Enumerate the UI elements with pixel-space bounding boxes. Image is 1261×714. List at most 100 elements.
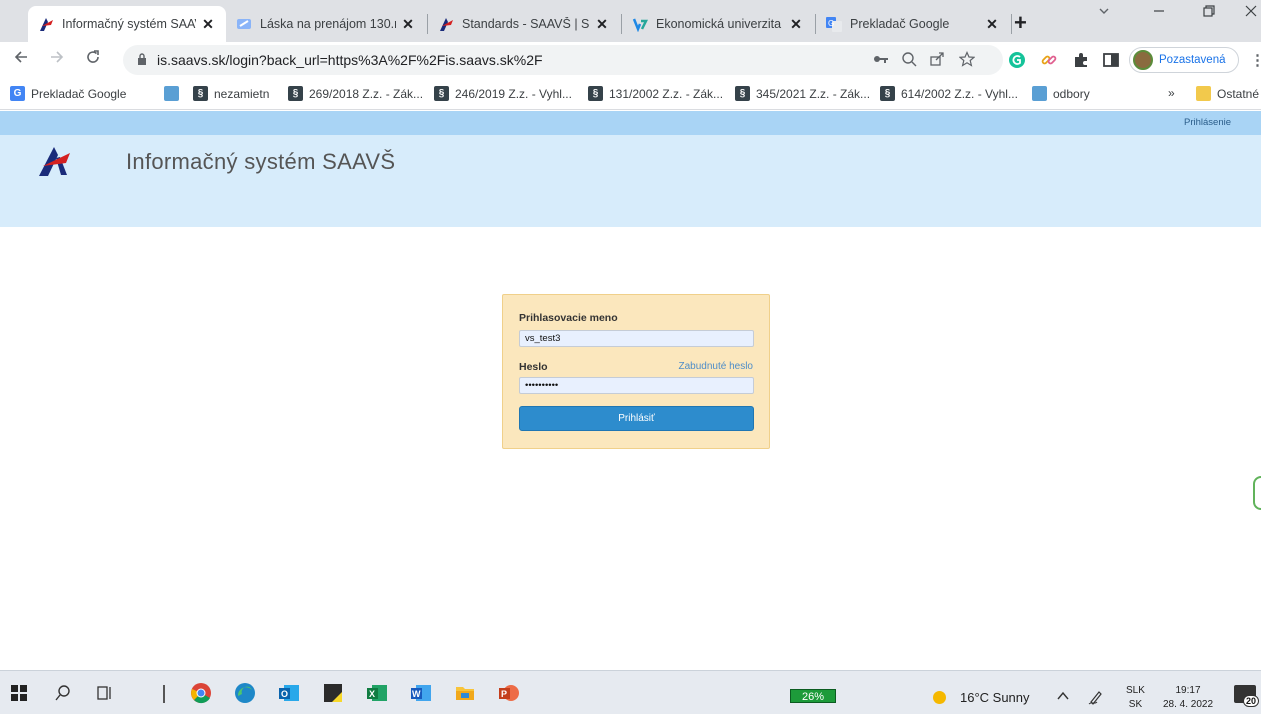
pen-icon[interactable] <box>1088 689 1104 708</box>
key-icon[interactable] <box>873 51 889 71</box>
sun-icon <box>933 691 946 704</box>
word-icon[interactable]: W <box>410 682 432 704</box>
forgot-password-link[interactable]: Zabudnuté heslo <box>678 361 753 372</box>
svg-text:P: P <box>501 689 507 699</box>
bookmarks-overflow-button[interactable]: » <box>1168 86 1175 100</box>
bookmark-345-2021[interactable]: § 345/2021 Z.z. - Zák... <box>735 86 870 101</box>
file-explorer-icon[interactable] <box>454 682 476 704</box>
page-header: Informačný systém SAAVŠ <box>0 135 1261 227</box>
close-icon[interactable]: ✕ <box>200 16 216 33</box>
tab-separator <box>1011 14 1012 34</box>
close-icon[interactable]: ✕ <box>984 16 1000 33</box>
paragraph-icon: § <box>288 86 303 101</box>
bookmark-label: 246/2019 Z.z. - Vyhl... <box>455 86 572 101</box>
svg-text:W: W <box>412 689 421 699</box>
bookmark-label: 614/2002 Z.z. - Vyhl... <box>901 86 1018 101</box>
other-bookmarks[interactable]: Ostatné <box>1196 86 1259 101</box>
powerpoint-icon[interactable]: P <box>498 682 520 704</box>
svg-text:G: G <box>828 19 834 28</box>
google-translate-icon: G <box>826 16 842 32</box>
bookmark-odbory[interactable]: odbory <box>1032 86 1090 101</box>
close-icon[interactable]: ✕ <box>594 16 610 33</box>
google-translate-icon: G <box>10 86 25 101</box>
clock-time: 19:17 <box>1175 685 1201 696</box>
close-icon[interactable]: ✕ <box>400 16 416 33</box>
other-bookmarks-label: Ostatné <box>1217 86 1260 101</box>
task-view-icon[interactable] <box>94 682 116 704</box>
tab-title: Informačný systém SAAVŠ <box>62 17 196 31</box>
saavs-logo-icon <box>438 16 454 32</box>
bookmark-prekladac-google[interactable]: G Prekladač Google <box>10 86 126 101</box>
address-bar[interactable]: is.saavs.sk/login?back_url=https%3A%2F%2… <box>123 45 1003 75</box>
profile-status: Pozastavená <box>1159 54 1226 66</box>
windows-start-icon[interactable] <box>8 682 30 704</box>
chrome-icon[interactable] <box>190 682 212 704</box>
bookmark-nezamietn[interactable]: § nezamietn <box>193 86 269 101</box>
paragraph-icon: § <box>193 86 208 101</box>
profile-button[interactable]: Pozastavená <box>1129 47 1239 73</box>
reload-icon[interactable] <box>85 49 101 70</box>
weather-widget[interactable]: 16°C Sunny <box>960 690 1030 705</box>
battery-indicator[interactable]: 26% <box>790 689 836 703</box>
search-icon[interactable] <box>52 682 74 704</box>
tab-search-icon[interactable] <box>1098 4 1110 22</box>
tray-chevron-icon[interactable] <box>1056 689 1070 706</box>
edge-icon[interactable] <box>234 682 256 704</box>
tab-laska[interactable]: Láska na prenájom 130.m ✕ <box>226 6 426 42</box>
back-icon[interactable] <box>13 49 29 70</box>
tab-title: Láska na prenájom 130.m <box>260 17 396 31</box>
bookmark-246-2019[interactable]: § 246/2019 Z.z. - Vyhl... <box>434 86 572 101</box>
tab-standards[interactable]: Standards - SAAVŠ | Slove ✕ <box>428 6 620 42</box>
close-icon[interactable]: ✕ <box>788 16 804 33</box>
tab-saavs-is[interactable]: Informačný systém SAAVŠ ✕ <box>28 6 226 42</box>
bookmark-614-2002[interactable]: § 614/2002 Z.z. - Vyhl... <box>880 86 1018 101</box>
paragraph-icon: § <box>588 86 603 101</box>
minimize-icon[interactable] <box>1152 4 1166 23</box>
grammarly-side-tab[interactable] <box>1253 476 1261 510</box>
login-button[interactable]: Prihlásiť <box>519 406 754 431</box>
bookmark-131-2002[interactable]: § 131/2002 Z.z. - Zák... <box>588 86 723 101</box>
link-extension-icon[interactable] <box>1040 51 1058 69</box>
paragraph-icon: § <box>434 86 449 101</box>
clock[interactable]: 19:17 28. 4. 2022 <box>1163 684 1213 712</box>
clock-date: 28. 4. 2022 <box>1163 699 1214 710</box>
new-tab-button[interactable]: + <box>1014 10 1027 36</box>
password-label: Heslo <box>519 361 548 373</box>
password-field[interactable] <box>519 377 754 394</box>
lock-icon <box>137 52 147 65</box>
grammarly-icon[interactable] <box>1008 51 1026 69</box>
tab-title: Prekladač Google <box>850 17 950 31</box>
excel-icon[interactable]: X <box>366 682 388 704</box>
username-label: Prihlasovacie meno <box>519 312 618 324</box>
menu-kebab-icon[interactable]: ⋮ <box>1250 51 1261 69</box>
zoom-icon[interactable] <box>901 51 917 71</box>
forward-icon[interactable] <box>49 49 65 70</box>
notification-icon[interactable]: 20 <box>1234 685 1259 707</box>
address-url: is.saavs.sk/login?back_url=https%3A%2F%2… <box>157 52 543 68</box>
bookmark-269-2018[interactable]: § 269/2018 Z.z. - Zák... <box>288 86 423 101</box>
image-icon <box>1032 86 1047 101</box>
tab-ekonomicka[interactable]: Ekonomická univerzita v B ✕ <box>622 6 814 42</box>
extensions-puzzle-icon[interactable] <box>1072 51 1090 69</box>
bookmarks-bar: G Prekladač Google § nezamietn § 269/201… <box>0 78 1261 110</box>
bookmark-image[interactable] <box>164 86 185 101</box>
bookmark-label: odbory <box>1053 86 1090 101</box>
side-panel-icon[interactable] <box>1102 51 1120 69</box>
saavs-logo-icon <box>38 16 54 32</box>
bookmark-label: 131/2002 Z.z. - Zák... <box>609 86 724 101</box>
username-field[interactable] <box>519 330 754 347</box>
close-window-icon[interactable] <box>1244 4 1258 23</box>
bookmark-star-icon[interactable] <box>958 51 976 71</box>
share-icon[interactable] <box>929 51 945 71</box>
saavs-logo-icon <box>36 145 72 177</box>
sticky-notes-icon[interactable] <box>322 682 344 704</box>
language-indicator[interactable]: SLK SK <box>1126 684 1145 712</box>
outlook-icon[interactable]: O <box>278 682 300 704</box>
login-link[interactable]: Prihlásenie <box>1184 117 1231 128</box>
svg-text:O: O <box>281 689 288 699</box>
browser-toolbar: is.saavs.sk/login?back_url=https%3A%2F%2… <box>0 42 1261 78</box>
tab-prekladac[interactable]: G Prekladač Google ✕ <box>816 6 1010 42</box>
video-icon <box>236 16 252 32</box>
restore-icon[interactable] <box>1202 4 1216 23</box>
bookmark-label: 269/2018 Z.z. - Zák... <box>309 86 424 101</box>
